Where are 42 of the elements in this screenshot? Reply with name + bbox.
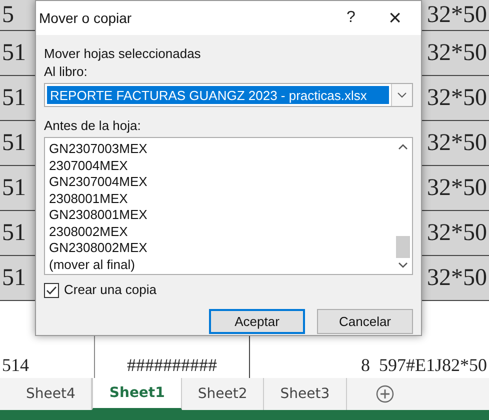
cell-text: 51 [2,130,26,156]
cell-text: 32*50 [427,264,487,292]
cancel-button[interactable]: Cancelar [317,309,413,334]
close-button[interactable]: × [373,1,417,35]
sheet-list-item[interactable]: 2308001MEX [49,190,394,207]
before-sheet-label: Antes de la hoja: [44,117,142,135]
book-label: Al libro: [44,63,88,81]
cell-text: 5 [2,2,14,28]
checkbox[interactable] [44,282,59,298]
scroll-down-icon[interactable] [398,262,408,268]
cell-text: 32*50 [427,40,487,66]
cell-text: 8 597#E1J82*50 [361,355,487,376]
sheet-tab[interactable]: Sheet1 [92,378,182,410]
sheet-list-item[interactable]: GN2307003MEX [49,141,394,158]
scroll-up-icon[interactable] [398,144,408,150]
chevron-down-icon [397,92,407,98]
sheet-list-item[interactable]: (mover al final) [49,256,394,273]
scrollbar-thumb[interactable] [396,236,410,258]
heading-label: Mover hojas seleccionadas [44,45,202,63]
cell-text: 51 [2,220,26,246]
cell-text: 51 [2,40,26,66]
cell-text: 32*50 [427,84,487,112]
cell-text: ########## [127,355,217,376]
help-button[interactable]: ? [329,1,373,35]
add-sheet-icon[interactable] [374,384,395,404]
cell-text: 51 [2,84,26,112]
book-dropdown[interactable]: REPORTE FACTURAS GUANGZ 2023 - practicas.xlsx [44,83,413,107]
sheet-list-item[interactable]: GN2308002MEX [49,240,394,256]
sheet-list-item[interactable]: GN2308001MEX [49,207,394,224]
cell-text: 51 [2,264,26,292]
checkbox-label: Crear una copia [64,281,156,299]
sheet-list-item[interactable]: 2308002MEX [49,224,394,240]
cell-text: 32*50 [427,220,487,246]
window-title: Mover o copiar [39,10,133,26]
accept-button[interactable]: Aceptar [209,309,305,334]
cell-text: 514 [2,355,29,376]
cell-text: 32*50 [427,2,487,28]
cell-text: 32*50 [427,174,487,202]
cell-text: 51 [2,174,26,202]
cell-text: 32*50 [427,130,487,156]
sheet-list-item[interactable]: 2307004MEX [49,158,394,174]
sheet-list-item[interactable]: GN2307004MEX [49,174,394,190]
